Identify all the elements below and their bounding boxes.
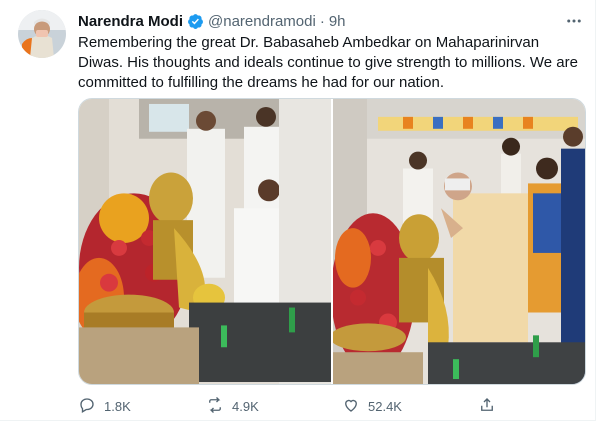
share-icon <box>478 396 496 417</box>
author-handle[interactable]: @narendramodi <box>208 13 316 30</box>
verified-badge-icon <box>187 13 204 30</box>
like-button[interactable]: 52.4K <box>342 396 402 417</box>
tweet-media[interactable] <box>78 98 586 385</box>
tweet-card[interactable]: Narendra Modi @narendramodi · 9h Remembe… <box>0 0 596 421</box>
like-count: 52.4K <box>368 399 402 414</box>
like-icon <box>342 396 360 417</box>
reply-button[interactable]: 1.8K <box>78 396 131 417</box>
author-name[interactable]: Narendra Modi <box>78 13 183 30</box>
photo-pm-paying-respects[interactable] <box>333 99 586 384</box>
more-icon[interactable] <box>565 12 583 30</box>
retweet-button[interactable]: 4.9K <box>206 396 259 417</box>
retweet-icon <box>206 396 224 417</box>
share-button[interactable] <box>478 396 496 417</box>
separator-dot: · <box>319 12 325 30</box>
photo-ambedkar-statue-tribute[interactable] <box>79 99 331 384</box>
reply-count: 1.8K <box>104 399 131 414</box>
tweet-text: Remembering the great Dr. Babasaheb Ambe… <box>78 34 578 91</box>
avatar[interactable] <box>18 10 66 58</box>
tweet-time[interactable]: 9h <box>329 13 346 30</box>
tweet-actions: 1.8K 4.9K 52.4K <box>78 396 498 416</box>
tweet-header: Narendra Modi @narendramodi · 9h <box>78 11 346 31</box>
avatar-image <box>18 10 66 58</box>
reply-icon <box>78 396 96 417</box>
retweet-count: 4.9K <box>232 399 259 414</box>
